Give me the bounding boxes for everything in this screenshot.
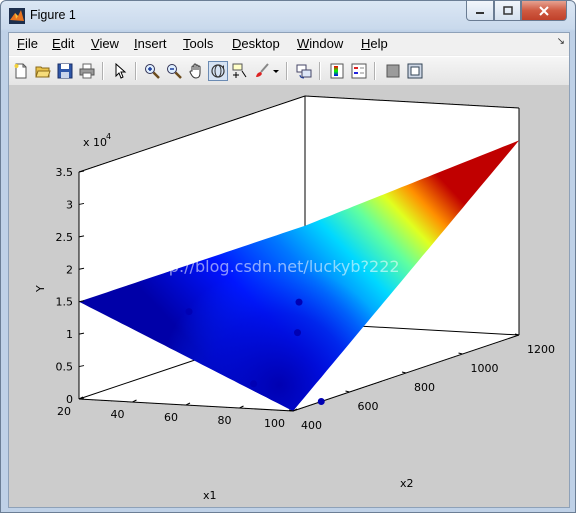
z-tick-label: 0.5 <box>56 361 74 374</box>
y-tick-label: 400 <box>301 419 322 432</box>
open-file-icon[interactable] <box>33 61 53 81</box>
save-icon[interactable] <box>55 61 75 81</box>
data-point <box>295 298 303 306</box>
menu-file[interactable]: File <box>17 36 38 51</box>
data-point <box>250 380 258 388</box>
y-axis-label: x2 <box>400 477 414 490</box>
menu-view[interactable]: View <box>91 36 119 51</box>
z-tick-label: 1.5 <box>56 296 74 309</box>
z-tick-label: 3 <box>66 198 73 211</box>
zoom-out-icon[interactable] <box>164 61 184 81</box>
figure-toolbar <box>9 56 569 86</box>
menu-dock-arrow-icon[interactable]: ↘ <box>557 36 565 47</box>
menu-help[interactable]: Help <box>361 36 388 51</box>
z-tick-label: 2 <box>66 263 73 276</box>
y-tick-label: 600 <box>358 400 379 413</box>
show-plot-tools-icon[interactable] <box>405 61 425 81</box>
data-point <box>294 329 301 337</box>
watermark-text: http://blog.csdn.net/luckyb?222 <box>146 257 400 276</box>
menu-insert[interactable]: Insert <box>134 36 167 51</box>
toolbar-separator <box>319 62 321 80</box>
toolbar-separator <box>286 62 288 80</box>
figure-client: File Edit View Insert Tools Desktop Wind… <box>8 32 570 508</box>
brush-icon[interactable] <box>252 61 272 81</box>
menu-bar: File Edit View Insert Tools Desktop Wind… <box>9 33 569 55</box>
brush-dropdown-icon[interactable] <box>271 61 281 81</box>
data-cursor-icon[interactable] <box>230 61 250 81</box>
x-tick-label: 100 <box>264 417 285 430</box>
pan-hand-icon[interactable] <box>186 61 206 81</box>
menu-tools[interactable]: Tools <box>183 36 213 51</box>
x-tick-label: 60 <box>164 411 178 424</box>
link-plot-icon[interactable] <box>294 61 314 81</box>
colorbar-icon[interactable] <box>327 61 347 81</box>
maximize-icon <box>502 5 513 15</box>
rotate-3d-icon[interactable] <box>208 61 228 81</box>
data-point <box>185 308 193 316</box>
x-axis-label: x1 <box>203 489 217 502</box>
x-tick-label: 40 <box>111 408 125 421</box>
title-bar[interactable]: Figure 1 <box>1 1 575 31</box>
hide-plot-tools-icon[interactable] <box>383 61 403 81</box>
figure-canvas[interactable]: 0 0.5 1 1.5 2 2.5 3 3.5 20 40 60 80 100 400 600 800 1000… <box>9 85 569 507</box>
maximize-button[interactable] <box>494 1 521 21</box>
y-tick-label: 1200 <box>527 343 555 356</box>
exponent-label-base: x 10 <box>83 136 107 149</box>
z-tick-label: 3.5 <box>56 166 74 179</box>
legend-icon[interactable] <box>349 61 369 81</box>
z-axis-label: Y <box>34 285 47 293</box>
print-icon[interactable] <box>77 61 97 81</box>
y-tick-label: 800 <box>414 381 435 394</box>
menu-edit[interactable]: Edit <box>52 36 74 51</box>
axes-3d[interactable]: 00.511.522.533.520 40 60 80 100 4006008001000… <box>9 85 569 507</box>
zoom-in-icon[interactable] <box>142 61 162 81</box>
menu-desktop[interactable]: Desktop <box>232 36 280 51</box>
x-tick-label: 20 <box>57 405 71 418</box>
close-button[interactable] <box>521 1 567 21</box>
matlab-logo-icon <box>9 8 25 24</box>
x-tick-label: 80 <box>218 414 232 427</box>
z-tick-label: 1 <box>66 328 73 341</box>
figure-window: Figure 1 File Edit View Insert Tools Des… <box>0 0 576 513</box>
edit-plot-arrow-icon[interactable] <box>110 61 130 81</box>
y-tick-label: 1000 <box>471 362 499 375</box>
toolbar-separator <box>374 62 376 80</box>
minimize-button[interactable] <box>466 1 494 21</box>
toolbar-separator <box>102 62 104 80</box>
toolbar-separator <box>135 62 137 80</box>
menu-window[interactable]: Window <box>297 36 343 51</box>
new-figure-icon[interactable] <box>11 61 31 81</box>
exponent-label-power: 4 <box>106 132 111 141</box>
minimize-icon <box>476 11 484 14</box>
close-icon <box>539 5 549 16</box>
data-point <box>317 398 325 405</box>
z-tick-label: 2.5 <box>56 231 74 244</box>
window-title: Figure 1 <box>30 8 76 22</box>
